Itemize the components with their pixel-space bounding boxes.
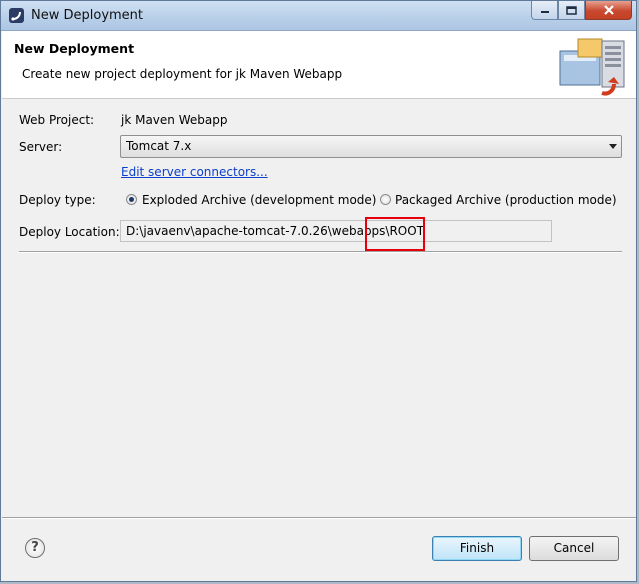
server-label: Server: (19, 140, 63, 154)
chevron-down-icon (609, 144, 617, 149)
app-icon (9, 8, 24, 23)
deploy-type-label: Deploy type: (19, 193, 96, 207)
help-button[interactable]: ? (25, 538, 45, 558)
red-highlight-box (365, 217, 425, 251)
dialog-window: New Deployment New Deployment Create new… (0, 0, 637, 582)
help-icon: ? (31, 540, 39, 555)
button-bar-separator (2, 517, 636, 519)
form-separator (19, 251, 622, 253)
title-bar[interactable]: New Deployment (1, 1, 636, 31)
close-button[interactable] (585, 1, 632, 20)
dialog-header: New Deployment Create new project deploy… (2, 31, 636, 99)
radio-exploded-archive-label[interactable]: Exploded Archive (development mode) (142, 193, 377, 207)
deploy-location-field[interactable]: D:\javaenv\apache-tomcat-7.0.26\webapps\… (120, 220, 552, 242)
deployment-server-icon (559, 38, 625, 96)
edit-server-connectors-link[interactable]: Edit server connectors... (121, 165, 268, 179)
header-description: Create new project deployment for jk Mav… (22, 67, 343, 81)
radio-packaged-archive[interactable] (380, 194, 391, 205)
header-title: New Deployment (14, 41, 135, 56)
maximize-button[interactable] (558, 1, 585, 20)
cancel-button[interactable]: Cancel (529, 536, 619, 561)
web-project-value: jk Maven Webapp (121, 113, 228, 127)
maximize-icon (566, 5, 577, 15)
radio-selected-dot (129, 197, 134, 202)
finish-button[interactable]: Finish (432, 536, 522, 561)
deploy-location-label: Deploy Location: (19, 225, 120, 239)
minimize-icon (540, 11, 549, 13)
radio-exploded-archive[interactable] (126, 194, 137, 205)
radio-packaged-archive-label[interactable]: Packaged Archive (production mode) (395, 193, 617, 207)
server-select[interactable]: Tomcat 7.x (120, 135, 622, 158)
server-selected-value: Tomcat 7.x (126, 139, 192, 153)
window-title: New Deployment (31, 8, 144, 23)
close-icon (603, 5, 614, 15)
web-project-label: Web Project: (19, 113, 95, 127)
minimize-button[interactable] (531, 1, 558, 20)
